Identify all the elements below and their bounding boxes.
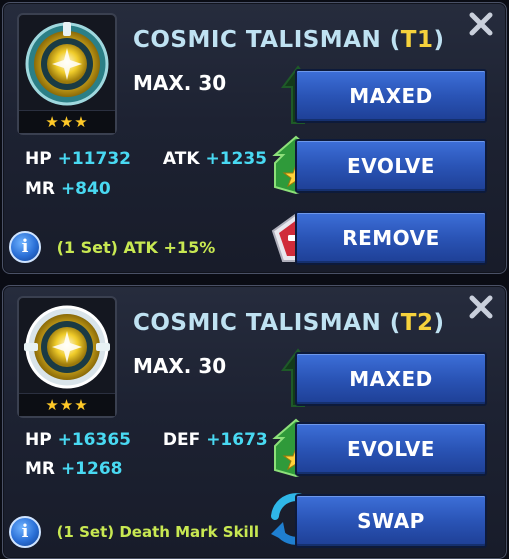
item-slot[interactable]: ★★★ (17, 296, 117, 418)
equipment-card-t1: ★★★ COSMIC TALISMAN (T1) MAX. 30 HP +117… (2, 2, 507, 274)
item-slot[interactable]: ★★★ (17, 13, 117, 135)
info-icon[interactable]: i (9, 516, 41, 548)
mr-value: +1268 (60, 459, 123, 479)
set-bonus-row: i (1 Set) ATK +15% (9, 231, 216, 263)
mr-value: +840 (60, 179, 111, 199)
def-value: +1673 (206, 430, 268, 450)
stat-row-hp: HP +16365 DEF +1673 (25, 430, 268, 450)
tier-close: ) (433, 27, 445, 53)
item-title: COSMIC TALISMAN (T2) (133, 310, 445, 336)
evolve-button[interactable]: EVOLVE (295, 422, 487, 476)
hp-label: HP (25, 149, 52, 169)
mr-label: MR (25, 459, 56, 479)
remove-button[interactable]: REMOVE (295, 211, 487, 265)
tier-label: T2 (400, 310, 434, 336)
item-title: COSMIC TALISMAN (T1) (133, 27, 445, 53)
equipment-card-t2: ★★★ COSMIC TALISMAN (T2) MAX. 30 HP +163… (2, 285, 507, 559)
stat-row-mr: MR +1268 (25, 459, 123, 479)
max-level: MAX. 30 (133, 71, 227, 95)
atk-label: ATK (162, 149, 200, 169)
cosmic-talisman-icon (25, 22, 109, 106)
item-name: COSMIC TALISMAN (133, 310, 382, 336)
tier-open: ( (389, 310, 401, 336)
set-bonus-row: i (1 Set) Death Mark Skill (9, 516, 259, 548)
close-icon[interactable] (468, 294, 494, 320)
info-icon[interactable]: i (9, 231, 41, 263)
stat-row-hp: HP +11732 ATK +1235 (25, 149, 267, 169)
atk-value: +1235 (205, 149, 268, 169)
star-rating: ★★★ (19, 110, 115, 133)
star-rating: ★★★ (19, 393, 115, 416)
tier-close: ) (433, 310, 445, 336)
item-name: COSMIC TALISMAN (133, 27, 382, 53)
hp-label: HP (25, 430, 52, 450)
swap-button[interactable]: SWAP (295, 494, 487, 548)
tier-label: T1 (400, 27, 434, 53)
max-level: MAX. 30 (133, 354, 227, 378)
evolve-button[interactable]: EVOLVE (295, 139, 487, 193)
mr-label: MR (25, 179, 56, 199)
close-icon[interactable] (468, 11, 494, 37)
set-bonus-text: (1 Set) Death Mark Skill (56, 523, 259, 541)
set-bonus-text: (1 Set) ATK +15% (56, 237, 216, 257)
cosmic-talisman-icon (24, 305, 110, 389)
tier-open: ( (389, 27, 401, 53)
maxed-button[interactable]: MAXED (295, 352, 487, 406)
hp-value: +11732 (57, 149, 131, 169)
maxed-button[interactable]: MAXED (295, 69, 487, 123)
def-label: DEF (162, 430, 201, 450)
stat-row-mr: MR +840 (25, 179, 111, 199)
hp-value: +16365 (57, 430, 131, 450)
